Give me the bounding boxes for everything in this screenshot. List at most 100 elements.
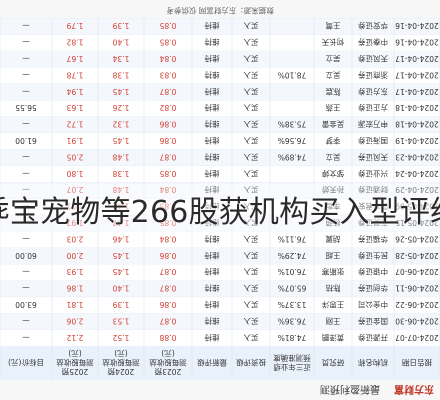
table-cell: 买入: [243, 120, 258, 129]
table-cell: 维持: [204, 267, 219, 277]
table-cell: 74.81%: [278, 333, 307, 342]
table-cell: 1.45: [112, 267, 129, 276]
table-cell: 何长天: [321, 38, 344, 48]
table-cell: 买入: [243, 333, 258, 342]
caption-overlay: 乖宝宠物等266股获机构买入型评级: [0, 184, 440, 234]
table-cell: 胡翼: [325, 234, 340, 244]
table-cell: 买入: [243, 54, 258, 63]
table-cell: 75.38%: [278, 120, 307, 129]
table-cell: 买入: [243, 169, 258, 178]
table-cell: 1.81: [66, 300, 83, 309]
table-cell: 2024-04-16: [395, 21, 439, 30]
table-cell: 1.40: [112, 38, 129, 47]
table-cell: 华安证券: [358, 21, 388, 31]
table-cell: 王思洋: [321, 300, 344, 310]
table-cell: 维持: [204, 120, 219, 130]
table-cell: 1.39: [112, 300, 129, 309]
table-cell: 1.86: [66, 284, 83, 293]
table-cell: 1.78: [66, 70, 83, 79]
table-cell: 2024-06-07: [395, 267, 439, 276]
table-cell: 1.32: [112, 120, 129, 129]
table-cell: 56.55: [15, 103, 37, 112]
table-cell: —: [22, 152, 30, 161]
table-cell: 买入: [243, 300, 258, 309]
table-cell: 76.11%: [278, 234, 307, 243]
table-cell: 王莺: [325, 21, 340, 31]
table-cell: 张斯寒: [321, 267, 344, 277]
table-cell: 2024-04-16: [395, 38, 439, 47]
table-cell: —: [22, 333, 30, 342]
table-cell: 1.45: [112, 87, 129, 96]
table-cell: 1.39: [112, 21, 129, 30]
table-cell: 2.05: [66, 152, 83, 161]
table-cell: 1.94: [66, 87, 83, 96]
table-cell: 2024-06-11: [395, 284, 439, 293]
header-cell: 最新评级: [197, 358, 227, 368]
table-cell: 吴金雷: [322, 120, 345, 130]
table-cell: 1.45: [112, 251, 129, 260]
header-cell: (元): [68, 349, 81, 358]
table-cell: 黄泽鹏: [322, 333, 345, 343]
table-cell: 买入: [243, 251, 258, 260]
table-cell: 买入: [243, 21, 258, 30]
table-cell: —: [22, 87, 30, 96]
table-cell: 中银证券: [358, 267, 388, 277]
table-cell: 浙商证券: [358, 70, 388, 80]
table-cell: 0.82: [159, 103, 176, 112]
table-cell: 买入: [243, 70, 258, 79]
table-cell: 0.87: [159, 267, 176, 276]
table-cell: 国金证券: [358, 316, 388, 326]
header-cell: 报告日期: [402, 358, 432, 368]
table-cell: 2024-05-28: [395, 251, 439, 260]
table-cell: 0.87: [159, 152, 176, 161]
table-cell: 买入: [243, 38, 258, 47]
table-cell: 0.85: [159, 169, 176, 178]
table-cell: 兴业证券: [358, 169, 388, 179]
table-cell: 维持: [204, 38, 219, 48]
table-cell: 2024-06-22: [395, 300, 439, 309]
table-cell: 东方证券: [358, 87, 388, 97]
table-cell: 陈宸: [325, 87, 340, 97]
table-cell: 0.84: [159, 54, 176, 63]
table-cell: 63.00: [15, 300, 37, 309]
header-cell: (元): [114, 349, 127, 358]
table-cell: —: [22, 169, 30, 178]
table-cell: 1.53: [112, 316, 129, 325]
table-cell: 0.87: [159, 284, 176, 293]
table-cell: 吴立: [325, 70, 340, 80]
table-cell: 维持: [204, 54, 219, 64]
table-cell: 维持: [204, 70, 219, 80]
table-cell: 维持: [204, 169, 219, 179]
table-cell: 买入: [243, 284, 258, 293]
table-cell: 2024-04-18: [395, 103, 439, 112]
table-cell: 1.72: [66, 120, 83, 129]
table-cell: 2024-06-30: [395, 316, 439, 325]
table-cell: 1.38: [112, 70, 129, 79]
table-cell: 1.38: [112, 169, 129, 178]
table-cell: 0.86: [159, 300, 176, 309]
table-cell: 0.84: [159, 234, 176, 243]
table-cell: 华福证券: [358, 234, 388, 244]
table-cell: 0.85: [159, 38, 176, 47]
table-cell: 76.01%: [278, 267, 307, 276]
table-cell: 1.80: [66, 169, 83, 178]
table-cell: 1.45: [112, 136, 129, 145]
table-cell: 民生证券: [358, 251, 388, 261]
table-cell: —: [22, 70, 30, 79]
table-cell: 王超: [325, 251, 340, 260]
table-cell: 2024-04-19: [395, 136, 439, 145]
header-cell: 近三年业绩: [273, 363, 311, 373]
table-cell: 天风证券: [358, 152, 388, 162]
table-cell: 0.87: [159, 316, 176, 325]
header-cell: 2025预: [61, 367, 88, 377]
header-cell: (元): [161, 349, 174, 358]
table-cell: —: [22, 120, 30, 129]
table-cell: 维持: [204, 136, 219, 146]
table-cell: 76.36%: [278, 316, 307, 325]
table-cell: 买入: [243, 234, 258, 243]
table-cell: 1.40: [112, 284, 129, 293]
table-cell: —: [22, 284, 30, 293]
header-cell: 预测准确度: [273, 354, 311, 364]
table-cell: —: [22, 54, 30, 63]
table-cell: 维持: [204, 300, 219, 310]
